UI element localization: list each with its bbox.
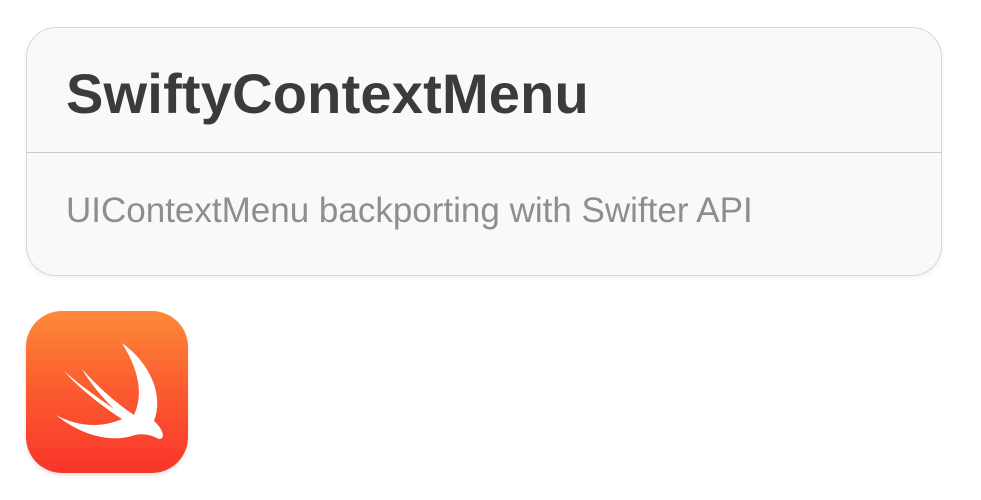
repo-card: SwiftyContextMenu UIContextMenu backport…	[26, 27, 942, 276]
repo-title: SwiftyContextMenu	[66, 62, 589, 125]
repo-description: UIContextMenu backporting with Swifter A…	[66, 191, 753, 230]
card-body: UIContextMenu backporting with Swifter A…	[27, 153, 941, 275]
swift-logo-icon	[26, 311, 188, 473]
card-header: SwiftyContextMenu	[27, 28, 941, 153]
